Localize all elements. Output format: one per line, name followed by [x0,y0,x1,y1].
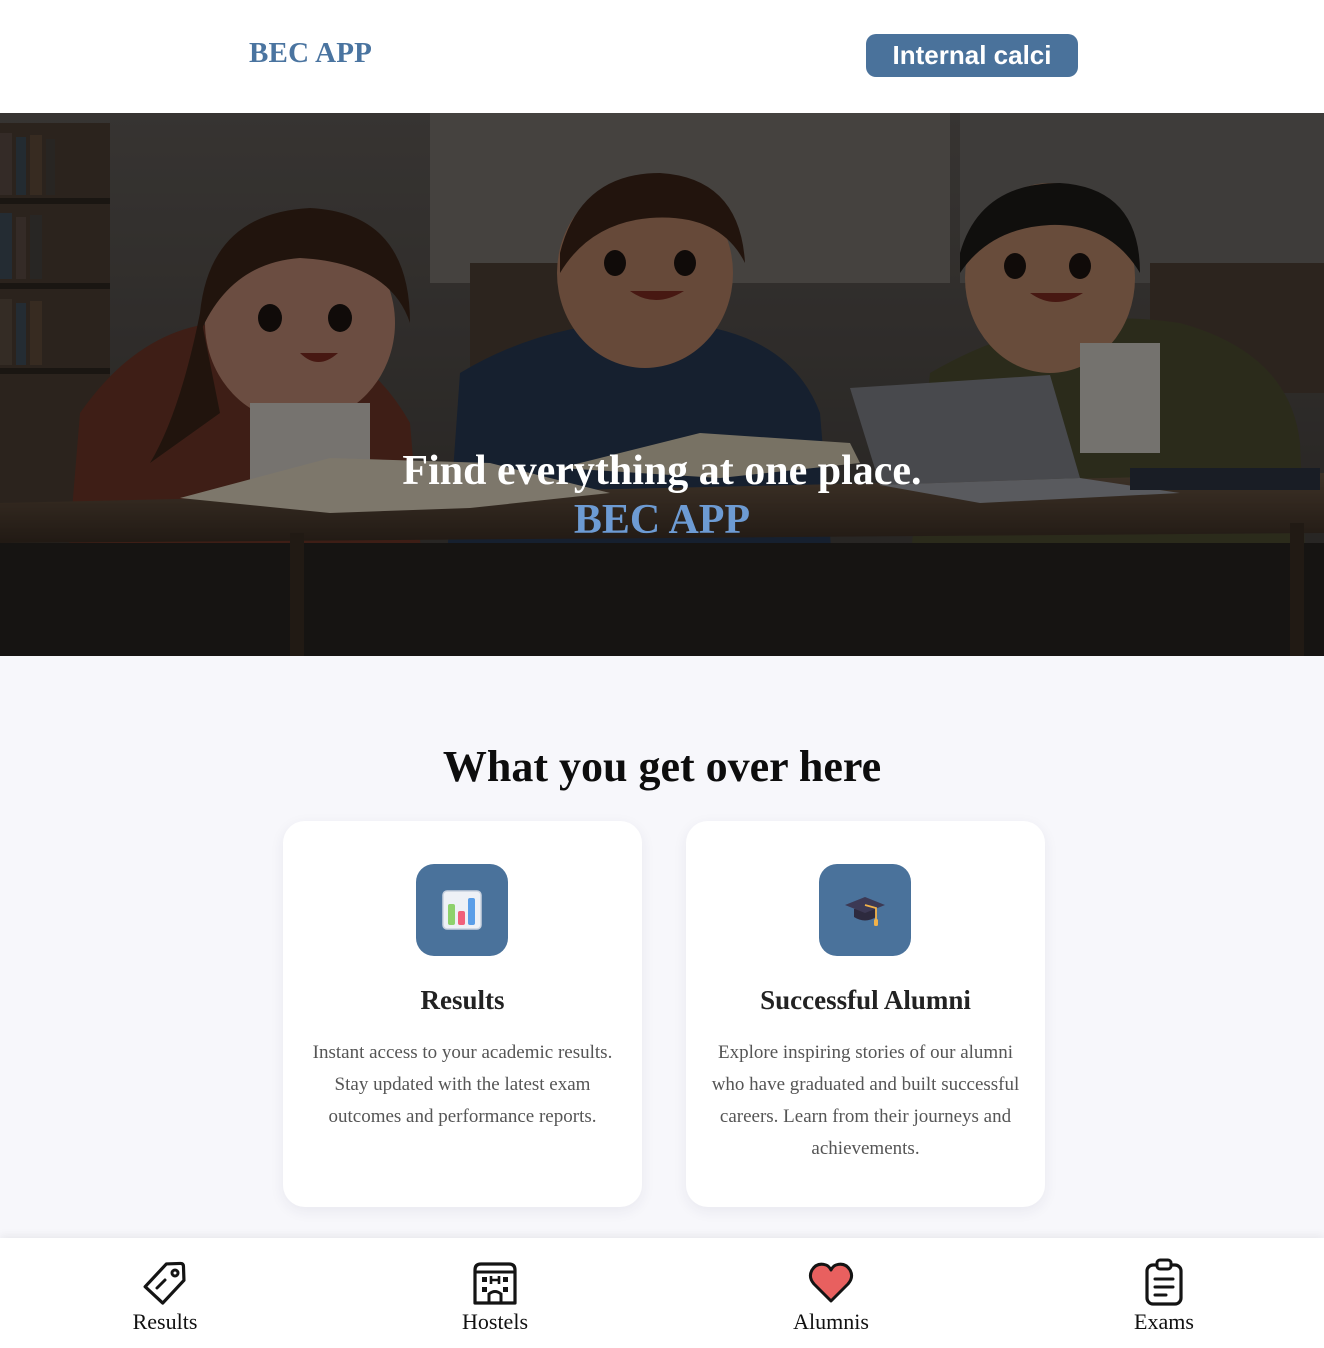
building-icon [473,1262,517,1305]
features-section: What you get over here Results Instant a… [0,656,1324,1238]
nav-label-exams: Exams [1134,1309,1194,1334]
internal-calci-button[interactable]: Internal calci [866,34,1078,77]
results-card-title: Results [420,985,505,1015]
results-card-description: Instant access to your academic results.… [312,1042,613,1127]
nav-label-hostels: Hostels [462,1309,528,1334]
hero-subtitle: BEC APP [573,497,751,543]
graduation-cap-icon [819,864,911,956]
top-header: BEC APP Internal calci [0,0,1324,113]
nav-item-alumnis[interactable]: Alumnis [731,1238,931,1348]
clipboard-icon [1145,1258,1183,1306]
nav-label-alumnis: Alumnis [793,1309,869,1334]
nav-item-exams[interactable]: Exams [1064,1238,1264,1348]
bar-chart-icon [416,864,508,956]
brand-logo-text[interactable]: BEC APP [249,37,372,70]
alumni-card[interactable]: Successful Alumni Explore inspiring stor… [686,821,1045,1207]
alumni-card-description: Explore inspiring stories of our alumni … [711,1042,1020,1159]
nav-label-results: Results [132,1309,198,1334]
bottom-navigation: Results Hostels Alumnis Exams [0,1238,1324,1348]
hero-title: Find everything at one place. [402,448,922,494]
features-heading: What you get over here [442,742,882,791]
heart-icon [808,1262,854,1303]
results-card[interactable]: Results Instant access to your academic … [283,821,642,1207]
hero-banner: Find everything at one place. BEC APP [0,113,1324,656]
nav-item-results[interactable]: Results [65,1238,265,1348]
hero-background-image [0,113,1324,656]
tag-icon [143,1261,186,1305]
alumni-card-title: Successful Alumni [760,985,971,1015]
nav-item-hostels[interactable]: Hostels [395,1238,595,1348]
